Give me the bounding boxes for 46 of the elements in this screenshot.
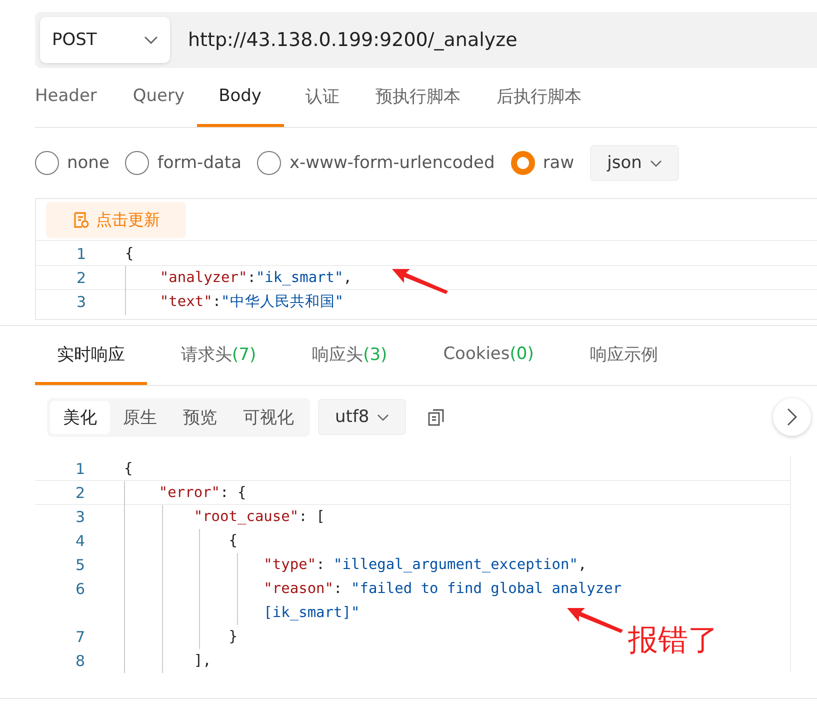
response-tab[interactable]: Cookies(0) (421, 326, 556, 385)
response-tab[interactable]: 实时响应 (35, 326, 147, 385)
line-number: 7 (74, 628, 85, 646)
view-mode-button[interactable]: 预览 (170, 400, 230, 434)
method-select[interactable]: POST (40, 17, 170, 63)
request-tab[interactable]: 预执行脚本 (376, 68, 460, 127)
code-line: { (125, 246, 134, 262)
body-type-radio[interactable]: raw (510, 151, 574, 175)
line-number: 2 (75, 268, 86, 286)
url-text[interactable]: http://43.138.0.199:9200/_analyze (188, 29, 518, 51)
line-number: 3 (75, 292, 86, 310)
line-number: 6 (74, 580, 85, 598)
line-number: 3 (74, 508, 85, 526)
response-tab[interactable]: 响应头(3) (290, 326, 410, 385)
request-tab[interactable]: 认证 (306, 68, 340, 127)
view-mode-button[interactable]: 可视化 (230, 400, 307, 434)
encoding-select[interactable]: utf8 (318, 399, 406, 435)
response-tab[interactable]: 响应示例 (568, 326, 680, 385)
line-number: 2 (74, 484, 85, 502)
body-type-radio[interactable]: none (35, 151, 110, 175)
next-button[interactable] (773, 398, 811, 436)
request-tab[interactable]: 后执行脚本 (496, 68, 582, 127)
format-select[interactable]: json (590, 145, 679, 181)
document-icon (72, 211, 90, 229)
response-tab[interactable]: 请求头(7) (159, 326, 278, 385)
request-tab[interactable]: Header (35, 68, 97, 127)
chevron-down-icon (650, 160, 662, 166)
url-bar[interactable]: POST http://43.138.0.199:9200/_analyze (35, 12, 817, 68)
body-editor[interactable]: 点击更新 1 { 2 "analyzer":"ik_smart", 3 "text":"中华人民共和国" (35, 198, 817, 320)
line-number: 8 (74, 652, 85, 670)
body-type-radio[interactable]: x-www-form-urlencoded (257, 151, 495, 175)
view-mode-button[interactable]: 美化 (50, 400, 110, 434)
body-type-radio[interactable]: form-data (125, 151, 242, 175)
line-number: 1 (74, 460, 85, 478)
annotation-text: 报错了 (628, 622, 718, 660)
line-number: 5 (74, 556, 85, 574)
chevron-down-icon (144, 36, 158, 44)
line-number: 4 (74, 532, 85, 550)
request-tab[interactable]: Body (196, 68, 284, 127)
line-number: 1 (75, 244, 86, 262)
chevron-right-icon (787, 408, 797, 426)
code-line: { (124, 460, 133, 476)
copy-icon[interactable] (426, 407, 446, 427)
request-tab[interactable]: Query (132, 68, 185, 127)
chevron-down-icon (377, 414, 390, 420)
view-mode-button[interactable]: 原生 (110, 400, 170, 434)
